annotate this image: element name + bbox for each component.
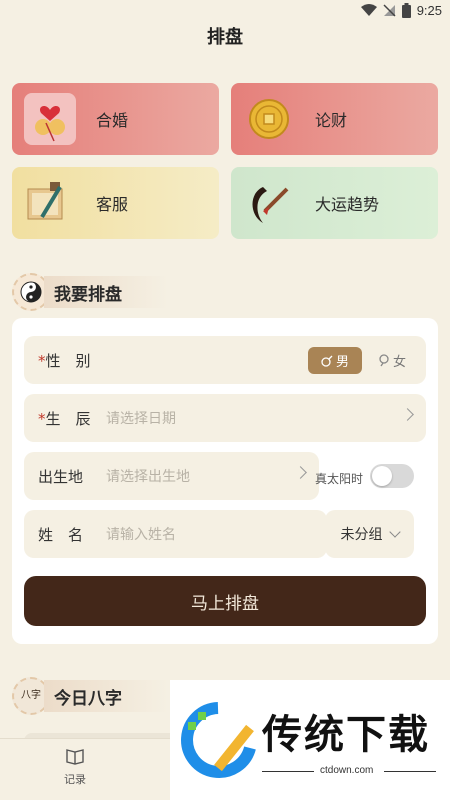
watermark-url: ctdown.com	[320, 765, 374, 776]
heart-couple-icon	[24, 93, 76, 145]
birth-label: *生 辰	[38, 409, 91, 428]
tab-record-label: 记录	[64, 773, 86, 786]
ctdown-logo-icon	[181, 702, 256, 778]
section-title-paipan: 我要排盘	[54, 284, 122, 305]
watermark-rule	[262, 771, 314, 772]
section-header-today: 八字 今日八字	[12, 677, 168, 715]
status-icons: 9:25	[360, 3, 442, 18]
birth-placeholder: 请选择日期	[106, 411, 176, 427]
birthplace-label: 出生地	[38, 467, 84, 486]
gender-label: *性 别	[38, 351, 91, 370]
scroll-brush-icon	[24, 177, 76, 229]
record-book-icon	[66, 749, 84, 765]
page-title: 排盘	[207, 27, 243, 48]
name-placeholder: 请输入姓名	[106, 527, 176, 543]
gold-coin-icon	[243, 93, 295, 145]
battery-icon	[401, 3, 411, 18]
no-signal-icon	[383, 4, 396, 17]
wifi-icon	[360, 4, 377, 16]
status-bar: 9:25	[0, 0, 450, 26]
tile-wealth[interactable]: 论财	[231, 83, 438, 155]
status-time: 9:25	[416, 3, 442, 18]
birthplace-placeholder: 请选择出生地	[106, 469, 190, 485]
gender-row: *性 别 男 女	[24, 336, 426, 384]
solar-time-toggle[interactable]	[370, 464, 414, 488]
tile-service[interactable]: 客服	[12, 167, 219, 239]
section-title-today: 今日八字	[54, 688, 122, 709]
tile-marriage-label: 合婚	[96, 111, 129, 130]
solar-time-label: 真太阳时	[315, 472, 364, 486]
group-select[interactable]: 未分组	[325, 510, 414, 558]
watermark-logo: 传统下载 ctdown.com	[170, 680, 450, 800]
tile-fortune[interactable]: 大运趋势	[231, 167, 438, 239]
name-field[interactable]: 姓 名 请输入姓名	[24, 510, 327, 558]
chevron-right-icon	[294, 466, 307, 479]
gender-male-button[interactable]: 男	[308, 347, 362, 374]
birthplace-field[interactable]: 出生地 请选择出生地	[24, 452, 319, 500]
name-label: 姓 名	[38, 525, 84, 544]
chevron-right-icon	[401, 408, 414, 421]
group-select-value: 未分组	[340, 527, 383, 543]
ink-brush-icon	[243, 177, 295, 229]
tile-fortune-label: 大运趋势	[315, 195, 380, 214]
tile-service-label: 客服	[96, 195, 129, 214]
male-icon	[321, 355, 333, 367]
watermark-rule	[384, 771, 436, 772]
section-header-paipan: 我要排盘	[12, 273, 168, 311]
tile-wealth-label: 论财	[315, 111, 348, 130]
chevron-down-icon	[388, 526, 401, 538]
female-icon	[379, 354, 389, 367]
birth-date-field[interactable]: *生 辰 请选择日期	[24, 394, 426, 442]
toggle-knob	[372, 466, 392, 486]
section-band: 今日八字	[44, 680, 168, 712]
tile-marriage[interactable]: 合婚	[12, 83, 219, 155]
section-band: 我要排盘	[44, 276, 168, 308]
gender-female-button[interactable]: 女	[378, 347, 406, 374]
watermark-text: 传统下载	[262, 712, 430, 758]
tab-record[interactable]: 记录	[50, 747, 100, 787]
submit-paipan-button[interactable]: 马上排盘	[24, 576, 426, 626]
